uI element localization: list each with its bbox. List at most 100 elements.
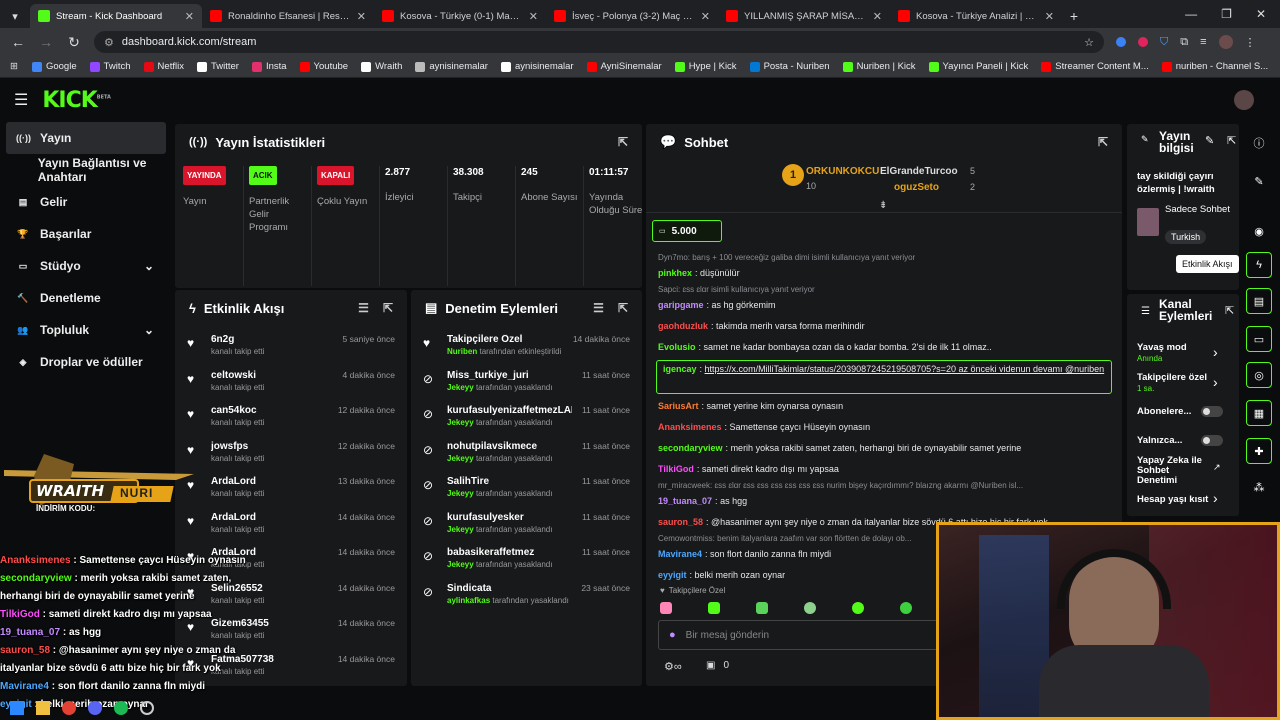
moderation-item[interactable]: ⊘ Miss_turkiye_juri Jekeyy tarafından yasa… <box>411 362 642 398</box>
moderation-item[interactable]: ⊘ nohutpilavsikmece Jekeyy tarafından yasa… <box>411 433 642 469</box>
chevron-right-icon[interactable]: › <box>1213 490 1218 506</box>
apps-grid-icon[interactable]: ⊞ <box>10 61 18 72</box>
activity-username[interactable]: can54koc <box>211 405 328 416</box>
browser-tab[interactable]: Kosova - Türkiye Analizi | 2026 ✕ <box>890 4 1062 28</box>
bookmark-item[interactable]: nuriben - Channel S... <box>1161 61 1268 72</box>
chat-username[interactable]: gaohduzluk <box>658 321 708 331</box>
moderator-name[interactable]: Jekeyy <box>447 525 474 534</box>
close-window-icon[interactable]: ✕ <box>1256 7 1266 21</box>
moderation-item[interactable]: ⊘ babasikeraffetmez Jekeyy tarafından yasa… <box>411 539 642 575</box>
url-field[interactable]: ⚙ dashboard.kick.com/stream ☆ <box>94 31 1104 53</box>
moderator-name[interactable]: Jekeyy <box>447 560 474 569</box>
extension-icon[interactable] <box>1138 37 1148 47</box>
chat-username[interactable]: secondaryview <box>658 443 723 453</box>
moderator-name[interactable]: Jekeyy <box>447 489 474 498</box>
bookmark-item[interactable]: Hype | Kick <box>674 61 737 72</box>
chat-username[interactable]: igencay <box>663 364 697 374</box>
activity-item[interactable]: ♥ ArdaLord kanalı takip etti 13 dakika önce <box>175 468 407 504</box>
popout-icon[interactable]: ⇱ <box>1225 304 1234 317</box>
filter-icon[interactable]: ☰ <box>593 301 604 315</box>
moderator-name[interactable]: Jekeyy <box>447 454 474 463</box>
chat-username[interactable]: eyyigit <box>658 570 687 580</box>
windows-start-icon[interactable] <box>10 701 24 715</box>
sidebar-item[interactable]: ▤ Gelir <box>0 186 172 218</box>
moderator-name[interactable]: Jekeyy <box>447 383 474 392</box>
spotify-icon[interactable] <box>114 701 128 715</box>
emote-icon[interactable] <box>804 602 816 614</box>
emote-icon[interactable] <box>660 602 672 614</box>
bookmark-item[interactable]: Wraith <box>361 61 402 72</box>
chrome-icon[interactable] <box>62 701 76 715</box>
lightning-icon[interactable]: ϟ <box>1246 252 1272 278</box>
chevron-right-icon[interactable]: › <box>1213 344 1218 360</box>
chevron-down-icon[interactable]: ⌄ <box>144 259 154 273</box>
browser-tab[interactable]: Kosova - Türkiye (0-1) Maç Öze ✕ <box>374 4 546 28</box>
activity-item[interactable]: ♥ ArdaLord kanalı takip etti 14 dakika önce <box>175 504 407 540</box>
moderation-item[interactable]: ⊘ SalihTire Jekeyy tarafından yasaklandı 11… <box>411 468 642 504</box>
edit-icon[interactable]: ✎ <box>1205 134 1214 147</box>
close-tab-icon[interactable]: ✕ <box>873 10 882 23</box>
chat-icon[interactable]: ▭ <box>1246 326 1272 352</box>
sidebar-item[interactable]: 🏆 Başarılar <box>0 218 172 250</box>
activity-item[interactable]: ♥ celtowski kanalı takip etti 4 dakika önce <box>175 362 407 398</box>
browser-tab[interactable]: İsveç - Polonya (3-2) Maç Özeti ✕ <box>546 4 718 28</box>
close-tab-icon[interactable]: ✕ <box>1045 10 1054 23</box>
chat-username[interactable]: Ananksimenes <box>658 422 722 432</box>
chevron-down-icon[interactable]: ⌄ <box>144 323 154 337</box>
browser-menu-icon[interactable]: ⋮ <box>1245 36 1256 49</box>
leader-name[interactable]: ORKUNKOKCU <box>806 166 879 177</box>
info-icon[interactable]: ⓘ <box>1246 130 1272 156</box>
microphone-icon[interactable]: ● <box>669 629 676 641</box>
activity-username[interactable]: ArdaLord <box>211 512 328 523</box>
close-tab-icon[interactable]: ✕ <box>185 10 194 23</box>
chat-username[interactable]: Mavirane4 <box>658 549 702 559</box>
restore-icon[interactable]: ❐ <box>1221 7 1232 21</box>
expand-icon[interactable]: ⇟ <box>879 200 887 211</box>
external-link-icon[interactable]: ↗ <box>1213 462 1221 473</box>
chat-username[interactable]: SariusArt <box>658 401 699 411</box>
kick-logo[interactable]: KICKBETA <box>42 88 111 113</box>
moderator-name[interactable]: Nuriben <box>447 347 477 356</box>
points-display[interactable]: ▣ 0 <box>706 660 729 671</box>
extension-icon[interactable] <box>1116 37 1126 47</box>
activity-username[interactable]: celtowski <box>211 370 333 381</box>
reload-icon[interactable]: ↻ <box>66 34 82 51</box>
browser-tab[interactable]: Ronaldinho Efsanesi | Resmi Fra ✕ <box>202 4 374 28</box>
edit-icon[interactable]: ✎ <box>1246 168 1272 194</box>
moderator-name[interactable]: Jekeyy <box>447 418 474 427</box>
moderation-target[interactable]: Takipçilere Özel <box>447 334 563 345</box>
extensions-puzzle-icon[interactable]: ⧉ <box>1180 36 1188 49</box>
emote-icon[interactable] <box>852 602 864 614</box>
activity-item[interactable]: ♥ can54koc kanalı takip etti 12 dakika önce <box>175 397 407 433</box>
hamburger-menu-icon[interactable]: ☰ <box>14 90 28 110</box>
back-icon[interactable]: ← <box>10 34 26 50</box>
list-icon[interactable]: ▦ <box>1246 400 1272 426</box>
bookmark-item[interactable]: Google <box>31 61 77 72</box>
moderation-item[interactable]: ⊘ Sindicata aylinkafkas tarafından yasakla… <box>411 575 642 611</box>
moderation-target[interactable]: babasikeraffetmez <box>447 547 572 558</box>
chat-username[interactable]: pinkhex <box>658 268 692 278</box>
camera-icon[interactable]: ◉ <box>1246 218 1272 244</box>
sidebar-item[interactable]: ▭ Stüdyo ⌄ <box>0 250 172 282</box>
moderation-item[interactable]: ⊘ kurufasulyesker Jekeyy tarafından yasakl… <box>411 504 642 540</box>
sidebar-item[interactable]: 👥 Topluluk ⌄ <box>0 314 172 346</box>
site-info-icon[interactable]: ⚙ <box>104 36 114 49</box>
popout-icon[interactable]: ⇱ <box>1098 135 1108 149</box>
only-toggle[interactable] <box>1201 435 1223 446</box>
discord-icon[interactable] <box>88 701 102 715</box>
bookmark-item[interactable]: Netflix <box>143 61 184 72</box>
activity-username[interactable]: ArdaLord <box>211 476 328 487</box>
popout-icon[interactable]: ⇱ <box>618 135 628 149</box>
chat-settings-icon[interactable]: ⚙∞ <box>664 660 682 673</box>
bookmark-item[interactable]: Streamer Content M... <box>1041 61 1149 72</box>
filter-icon[interactable]: ☰ <box>358 301 369 315</box>
moderation-target[interactable]: kurufasulyenizaffetmezLAN <box>447 405 572 416</box>
bookmark-item[interactable]: Yayıncı Paneli | Kick <box>928 61 1028 72</box>
activity-item[interactable]: ♥ 6n2g kanalı takip etti 5 saniye önce <box>175 326 407 362</box>
chat-username[interactable]: garipgame <box>658 300 704 310</box>
close-tab-icon[interactable]: ✕ <box>529 10 538 23</box>
bookmark-item[interactable]: Insta <box>251 61 287 72</box>
profile-avatar[interactable] <box>1218 35 1233 49</box>
activity-username[interactable]: 6n2g <box>211 334 333 345</box>
forward-icon[interactable]: → <box>38 34 54 50</box>
